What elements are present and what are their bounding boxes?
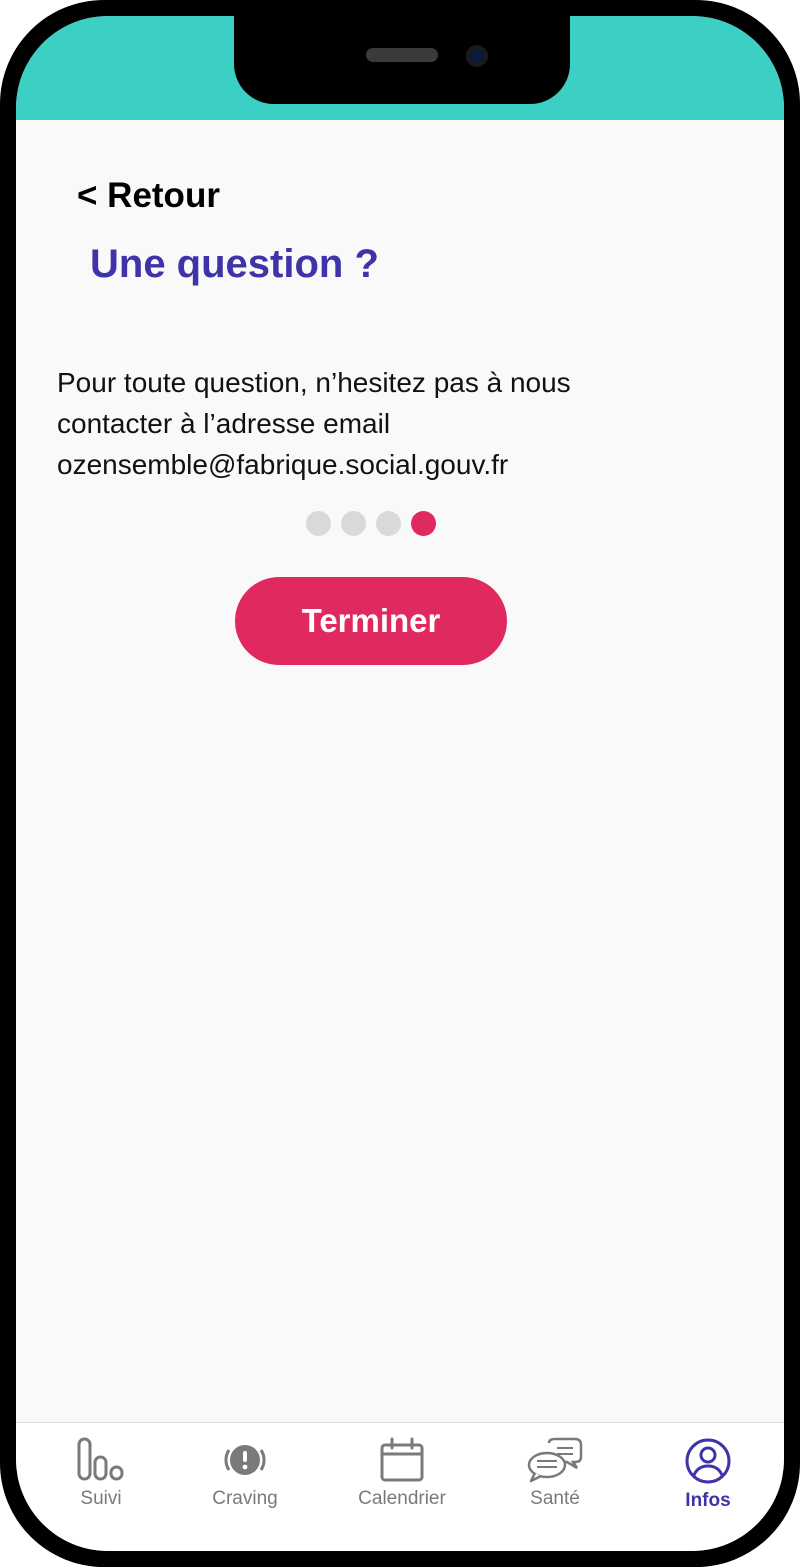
tab-label: Infos (685, 1490, 731, 1511)
tab-label: Suivi (80, 1488, 122, 1509)
camera-icon (466, 45, 488, 67)
tab-craving[interactable]: Craving (175, 1437, 315, 1537)
user-circle-icon (685, 1438, 731, 1484)
tab-suivi[interactable]: Suivi (31, 1437, 171, 1537)
pagination-dot (411, 511, 436, 536)
notch (234, 16, 570, 104)
tab-label: Calendrier (358, 1488, 446, 1509)
chat-bubbles-icon (527, 1437, 583, 1483)
tab-infos[interactable]: Infos (638, 1437, 778, 1537)
pagination-dot (341, 511, 366, 536)
speaker (366, 48, 438, 62)
contact-text: Pour toute question, n’hesitez pas à nou… (57, 362, 697, 485)
pagination-dot (376, 511, 401, 536)
finish-button[interactable]: Terminer (235, 577, 507, 665)
pagination-dots (306, 511, 436, 536)
tab-label: Craving (212, 1488, 278, 1509)
tab-calendrier[interactable]: Calendrier (332, 1437, 472, 1537)
contact-text-line: Pour toute question, n’hesitez pas à nou… (57, 367, 571, 398)
page-title: Une question ? (90, 242, 379, 286)
contact-email: ozensemble@fabrique.social.gouv.fr (57, 449, 509, 480)
phone-frame: < Retour Une question ? Pour toute quest… (0, 0, 800, 1567)
screen: < Retour Une question ? Pour toute quest… (16, 16, 784, 1551)
tab-sante[interactable]: Santé (485, 1437, 625, 1537)
calendar-icon (380, 1437, 424, 1482)
bottom-tab-bar: Suivi Craving Calendrier Santé Infos (16, 1422, 784, 1551)
pagination-dot (306, 511, 331, 536)
bar-chart-icon (77, 1437, 124, 1481)
tab-label: Santé (530, 1488, 580, 1509)
alert-circle-icon (224, 1445, 266, 1475)
contact-text-line: contacter à l’adresse email (57, 408, 391, 439)
back-button[interactable]: < Retour (77, 176, 220, 216)
